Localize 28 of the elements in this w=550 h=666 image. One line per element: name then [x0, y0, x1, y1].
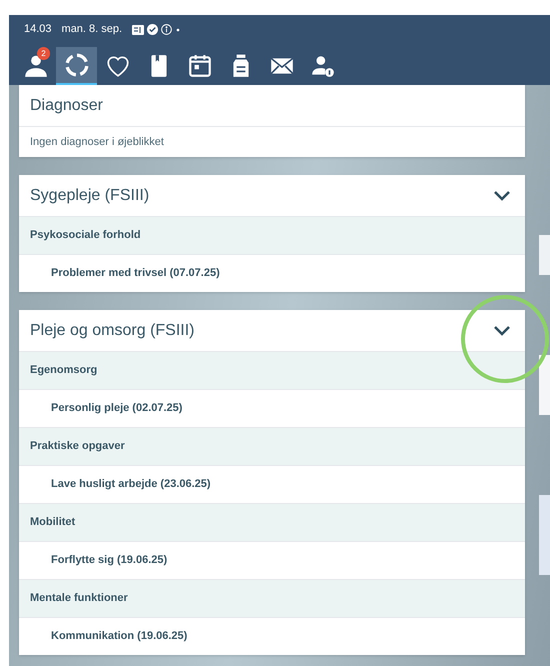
list-item[interactable]: Kommunikation (19.06.25): [19, 617, 525, 655]
empty-note: Ingen diagnoser i øjeblikket: [30, 134, 164, 150]
category-row: Egenomsorg: [19, 351, 525, 389]
category-row: Mentale funktioner: [19, 579, 525, 617]
category-row: Praktiske opgaver: [19, 427, 525, 465]
side-panel-edge: [539, 355, 550, 415]
list-item[interactable]: Lave husligt arbejde (23.06.25): [19, 465, 525, 503]
section-title: Diagnoser: [30, 96, 103, 116]
side-panel-edge: [539, 235, 550, 275]
calendar-icon: [186, 53, 212, 79]
list-item[interactable]: Personlig pleje (02.07.25): [19, 389, 525, 427]
status-time: 14.03: [24, 22, 52, 38]
category-row: Psykosociale forhold: [19, 216, 525, 254]
nav-tab[interactable]: [56, 47, 97, 85]
nav-tab[interactable]: 2: [15, 47, 56, 85]
list-item[interactable]: Problemer med trivsel (07.07.25): [19, 254, 525, 292]
notification-badge: 2: [37, 47, 50, 60]
sync-icon: [64, 52, 90, 78]
section-title: Pleje og omsorg (FSIII): [30, 320, 194, 340]
list-item[interactable]: Forflytte sig (19.06.25): [19, 541, 525, 579]
chevron-down-icon[interactable]: [493, 190, 511, 202]
window-icon: [132, 24, 144, 34]
status-date: man. 8. sep.: [62, 22, 122, 38]
dot-icon: [175, 26, 182, 32]
chevron-down-icon[interactable]: [493, 324, 511, 336]
category-row: Mobilitet: [19, 503, 525, 541]
check-circle-icon: [147, 24, 158, 35]
section-title: Sygepleje (FSIII): [30, 186, 150, 206]
